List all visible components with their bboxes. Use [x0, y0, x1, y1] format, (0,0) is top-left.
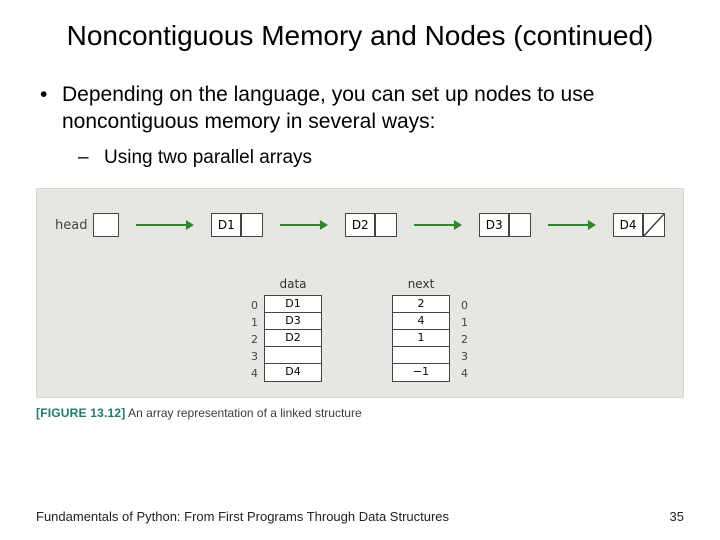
node-1: D1 — [211, 213, 263, 237]
cell: D1 — [265, 296, 321, 313]
bullet-list: • Depending on the language, you can set… — [0, 53, 720, 170]
slide-number: 35 — [670, 509, 684, 524]
idx: 1 — [456, 314, 468, 331]
index-column-right: 0 1 2 3 4 — [456, 277, 474, 382]
arrow-icon — [397, 213, 479, 237]
cell: D4 — [265, 364, 321, 381]
idx: 4 — [246, 365, 258, 382]
idx: 4 — [456, 365, 468, 382]
cell — [265, 347, 321, 364]
idx: 3 — [246, 348, 258, 365]
figure-caption: [FIGURE 13.12] An array representation o… — [36, 406, 684, 420]
cell: −1 — [393, 364, 449, 381]
idx: 1 — [246, 314, 258, 331]
data-header: data — [279, 277, 306, 291]
footer-text: Fundamentals of Python: From First Progr… — [36, 509, 449, 524]
head-box — [93, 213, 119, 237]
bullet2-text: Using two parallel arrays — [104, 146, 312, 171]
cell — [393, 347, 449, 364]
data-cells: D1 D3 D2 D4 — [264, 295, 322, 382]
data-table: 0 1 2 3 4 data D1 D3 D2 D4 — [246, 277, 322, 382]
arrow-icon — [263, 213, 345, 237]
parallel-arrays: 0 1 2 3 4 data D1 D3 D2 D4 — [37, 277, 683, 382]
cell: 2 — [393, 296, 449, 313]
node-next — [241, 213, 263, 237]
bullet-level2: – Using two parallel arrays — [40, 146, 680, 171]
arrow-icon — [119, 213, 211, 237]
figure-container: head D1 D2 D3 — [36, 188, 684, 420]
slide-footer: Fundamentals of Python: From First Progr… — [36, 509, 684, 524]
arrow-icon — [531, 213, 613, 237]
idx: 2 — [246, 331, 258, 348]
cell: D3 — [265, 313, 321, 330]
node-3: D3 — [479, 213, 531, 237]
idx: 3 — [456, 348, 468, 365]
node-data: D3 — [479, 213, 509, 237]
idx: 0 — [456, 297, 468, 314]
next-header: next — [408, 277, 435, 291]
bullet-dot-icon: • — [40, 81, 62, 136]
node-data: D4 — [613, 213, 643, 237]
node-4: D4 — [613, 213, 665, 237]
node-next — [509, 213, 531, 237]
head-label: head — [55, 218, 87, 233]
node-data: D1 — [211, 213, 241, 237]
node-data: D2 — [345, 213, 375, 237]
node-2: D2 — [345, 213, 397, 237]
cell: D2 — [265, 330, 321, 347]
node-next-null — [643, 213, 665, 237]
idx: 0 — [246, 297, 258, 314]
null-slash-icon — [644, 214, 664, 236]
figure-number: [FIGURE 13.12] — [36, 406, 126, 420]
node-next — [375, 213, 397, 237]
next-table: next 2 4 1 −1 0 1 2 3 4 — [392, 277, 474, 382]
index-column: 0 1 2 3 4 — [246, 277, 264, 382]
figure-panel: head D1 D2 D3 — [36, 188, 684, 398]
cell: 4 — [393, 313, 449, 330]
idx: 2 — [456, 331, 468, 348]
bullet-dash-icon: – — [78, 146, 104, 171]
linked-list-row: head D1 D2 D3 — [55, 213, 665, 237]
figure-caption-text: An array representation of a linked stru… — [128, 406, 361, 420]
bullet1-text: Depending on the language, you can set u… — [62, 81, 680, 136]
slide-title: Noncontiguous Memory and Nodes (continue… — [0, 0, 720, 53]
cell: 1 — [393, 330, 449, 347]
next-cells: 2 4 1 −1 — [392, 295, 450, 382]
bullet-level1: • Depending on the language, you can set… — [40, 81, 680, 136]
